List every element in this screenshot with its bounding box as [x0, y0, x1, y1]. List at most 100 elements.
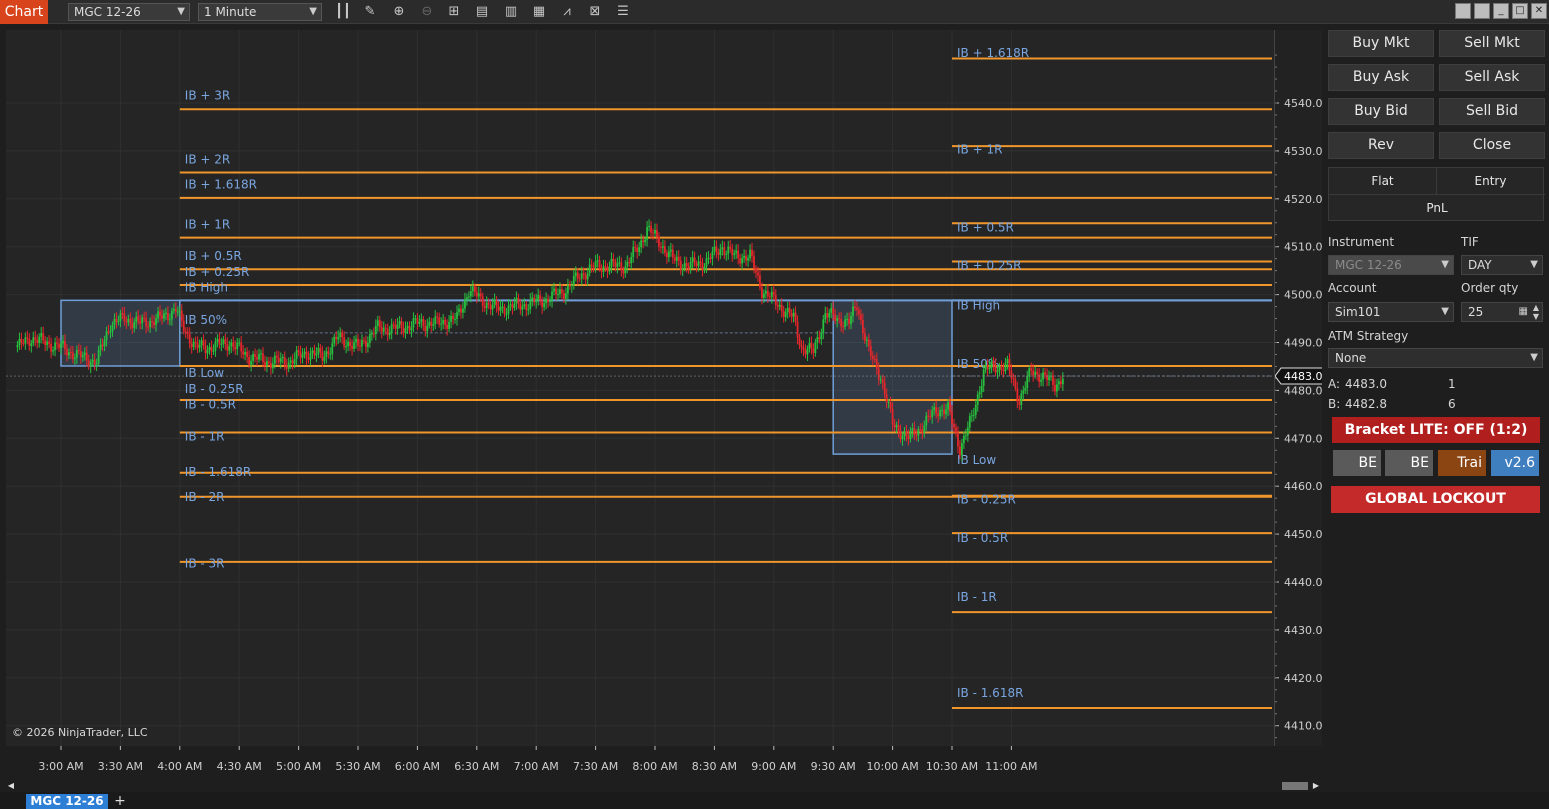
- candle-body: [590, 264, 593, 266]
- trend-icon[interactable]: ⩘: [558, 3, 576, 21]
- restore-icon[interactable]: [1474, 3, 1490, 19]
- candle-body: [155, 318, 157, 326]
- candle-body: [370, 333, 373, 335]
- candle-body: [250, 360, 252, 365]
- ib-level-label: IB Low: [185, 366, 224, 380]
- horizontal-scrollbar[interactable]: ◀ ▶: [6, 780, 1322, 792]
- candle-body: [517, 297, 520, 304]
- minimize-icon[interactable]: _: [1493, 3, 1509, 19]
- candle-body: [547, 298, 549, 302]
- list-icon[interactable]: ☰: [614, 3, 632, 21]
- interval-selector[interactable]: 1 Minute ▼: [198, 3, 322, 21]
- buy-mkt-button[interactable]: Buy Mkt: [1328, 30, 1434, 57]
- scroll-right-icon[interactable]: ▶: [1311, 780, 1321, 792]
- sell-bid-button[interactable]: Sell Bid: [1439, 98, 1545, 125]
- candle-body: [604, 266, 607, 268]
- candle-body: [675, 256, 678, 261]
- candle-body: [739, 258, 742, 264]
- candle-body: [125, 321, 128, 323]
- tab-mgc[interactable]: MGC 12-26: [26, 794, 108, 809]
- candle-body: [531, 297, 534, 300]
- properties-icon[interactable]: ▤: [473, 3, 491, 21]
- candle-body: [553, 288, 555, 292]
- crosshair-icon[interactable]: ⊞: [445, 3, 463, 21]
- trail-button[interactable]: Trai: [1438, 450, 1486, 476]
- candle-body: [836, 318, 839, 321]
- candle-body: [392, 324, 395, 326]
- strategies-icon[interactable]: ▥: [502, 3, 520, 21]
- ib-level-label: IB - 0.5R: [957, 531, 1008, 545]
- candle-body: [565, 293, 567, 299]
- candle-body: [596, 260, 599, 262]
- indicators-icon[interactable]: ▦: [530, 3, 548, 21]
- close-button[interactable]: Close: [1439, 132, 1545, 159]
- calculator-icon[interactable]: ▦: [1519, 303, 1528, 321]
- candle-body: [442, 319, 445, 324]
- candle-body: [699, 261, 702, 264]
- candle-body: [400, 321, 403, 329]
- sell-mkt-button[interactable]: Sell Mkt: [1439, 30, 1545, 57]
- candle-body: [723, 247, 726, 255]
- instrument-selector[interactable]: MGC 12-26 ▼: [68, 3, 190, 21]
- add-tab-button[interactable]: +: [112, 793, 128, 809]
- maximize-icon[interactable]: □: [1512, 3, 1528, 19]
- scroll-thumb[interactable]: [1282, 782, 1308, 790]
- candle-body: [38, 336, 41, 343]
- candle-body: [462, 308, 464, 313]
- sell-ask-button[interactable]: Sell Ask: [1439, 64, 1545, 91]
- chart-menu-tab[interactable]: Chart: [0, 0, 48, 24]
- close-icon[interactable]: ✕: [1531, 3, 1547, 19]
- zoom-out-icon[interactable]: ⊖: [418, 3, 436, 21]
- candle-body: [559, 289, 561, 295]
- time-tick-label: 8:30 AM: [692, 760, 737, 773]
- candle-body: [990, 361, 993, 368]
- order-qty-value: 25: [1468, 305, 1484, 319]
- rev-button[interactable]: Rev: [1328, 132, 1434, 159]
- scroll-left-icon[interactable]: ◀: [6, 780, 16, 792]
- account-select[interactable]: Sim101 ▼: [1328, 302, 1454, 322]
- order-qty-input[interactable]: 25 ▦ ▲ ▼: [1461, 302, 1543, 322]
- be-button-1[interactable]: BE: [1333, 450, 1381, 476]
- bar-type-icon[interactable]: ┃┃: [334, 3, 352, 21]
- global-lockout-button[interactable]: GLOBAL LOCKOUT: [1331, 486, 1540, 513]
- candle-body: [794, 312, 797, 322]
- candle-body: [117, 320, 120, 322]
- candle-body: [755, 268, 757, 273]
- templates-icon[interactable]: ⊠: [586, 3, 604, 21]
- time-axis-canvas: 3:00 AM 3:30 AM 4:00 AM 4:30 AM 5:00 AM 5:30 …: [38, 746, 1038, 773]
- candle-body: [483, 306, 486, 309]
- tif-select[interactable]: DAY ▼: [1461, 255, 1543, 275]
- price-axis[interactable]: 4540.0 4530.0 4520.0 4510.0 4500.0 4490.0 4480…: [1274, 30, 1324, 746]
- candle-body: [252, 354, 254, 361]
- candle-body: [1056, 384, 1058, 392]
- candle-body: [406, 325, 409, 328]
- version-button[interactable]: v2.6: [1491, 450, 1539, 476]
- tile-icon[interactable]: [1455, 3, 1471, 19]
- candle-body: [642, 240, 645, 243]
- candle-body: [1054, 385, 1056, 392]
- price-chart[interactable]: IB + 3R IB + 2R IB + 1.618R IB + 1R IB + 0.5…: [6, 30, 1274, 746]
- quantity-stepper-icon[interactable]: ▲ ▼: [1533, 303, 1539, 321]
- candle-body: [608, 266, 611, 272]
- candle-body: [695, 263, 698, 267]
- chart-toolbar: Chart MGC 12-26 ▼ 1 Minute ▼ ┃┃ ✎ ⊕ ⊖ ⊞ …: [0, 0, 1549, 24]
- bracket-lite-button[interactable]: Bracket LITE: OFF (1:2): [1332, 417, 1540, 443]
- be-button-2[interactable]: BE: [1385, 450, 1433, 476]
- candle-body: [394, 324, 397, 329]
- candle-body: [285, 365, 288, 369]
- atm-strategy-select[interactable]: None ▼: [1328, 348, 1543, 368]
- candle-body: [133, 322, 136, 329]
- draw-pencil-icon[interactable]: ✎: [361, 3, 379, 21]
- candle-body: [505, 313, 508, 315]
- candle-body: [268, 361, 270, 364]
- candle-body: [665, 253, 668, 258]
- candle-body: [169, 319, 171, 321]
- zoom-in-icon[interactable]: ⊕: [390, 3, 408, 21]
- candle-body: [311, 350, 314, 353]
- candle-body: [992, 361, 995, 365]
- buy-bid-button[interactable]: Buy Bid: [1328, 98, 1434, 125]
- time-tick-label: 7:30 AM: [573, 760, 618, 773]
- candle-body: [551, 291, 553, 301]
- buy-ask-button[interactable]: Buy Ask: [1328, 64, 1434, 91]
- ask-price: 4483.0: [1345, 377, 1387, 391]
